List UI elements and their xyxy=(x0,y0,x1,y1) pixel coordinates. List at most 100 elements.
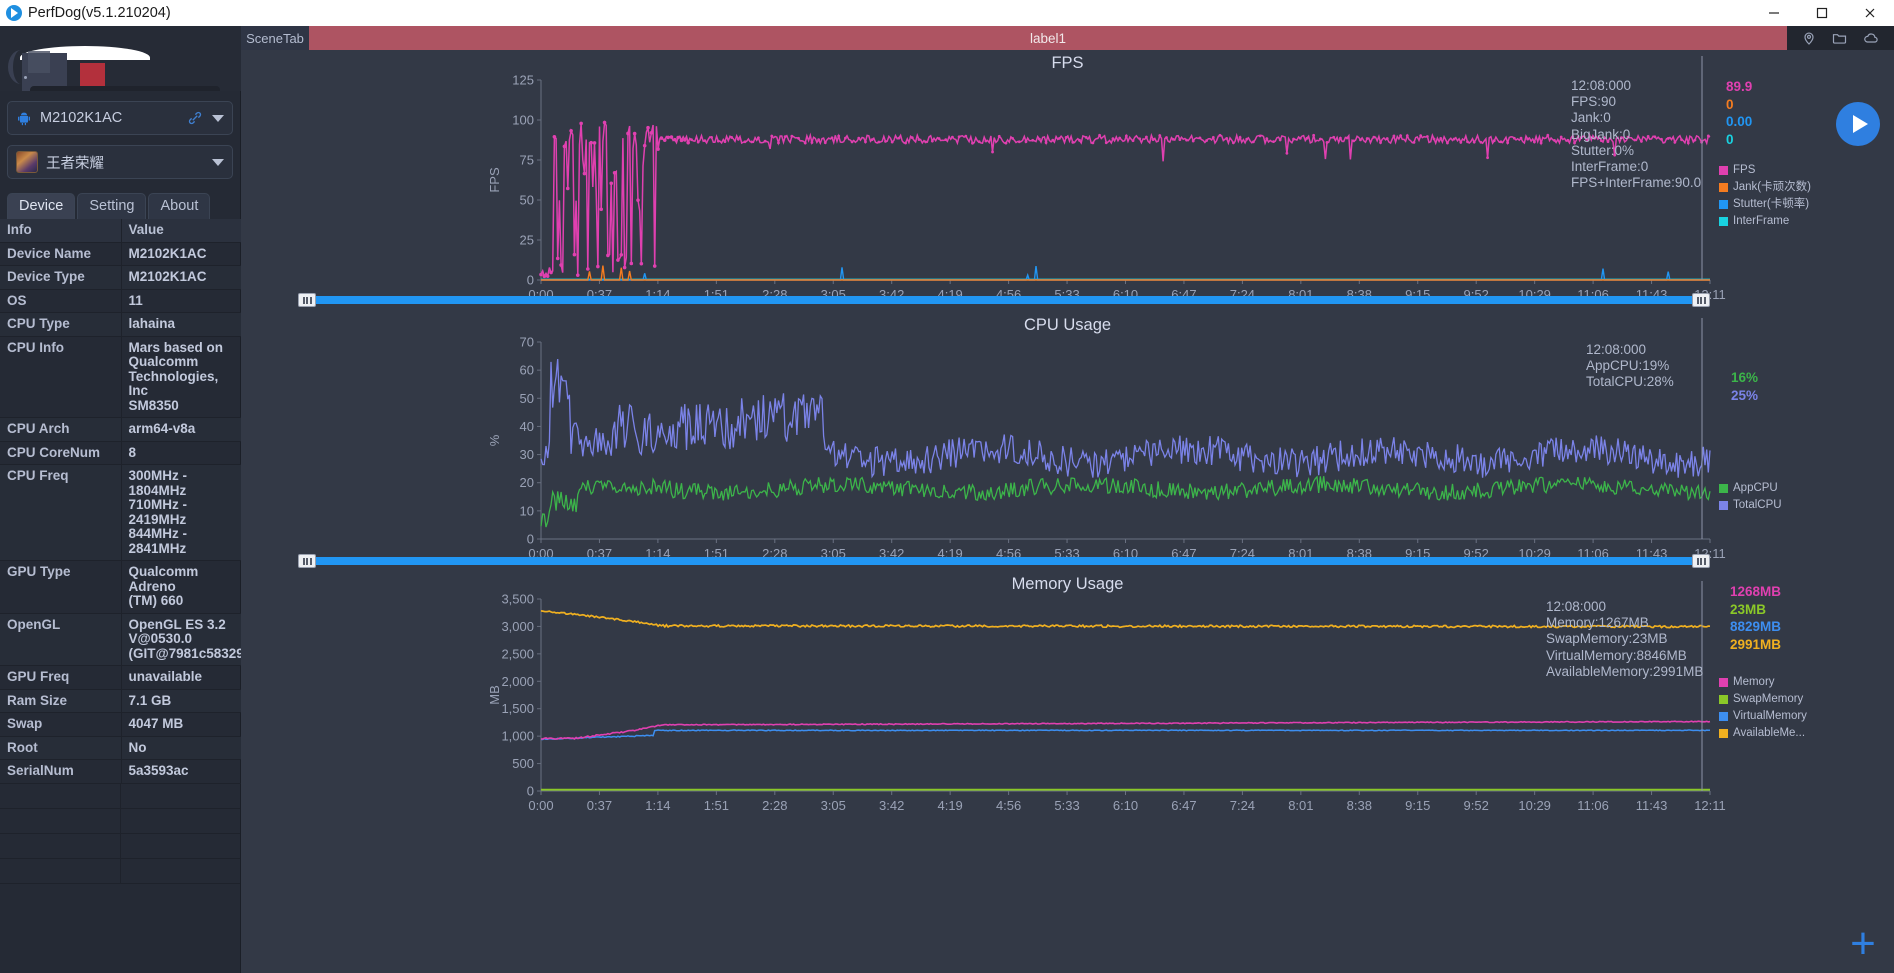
location-pin-icon[interactable] xyxy=(1801,30,1817,46)
table-header-row: Info Value xyxy=(0,219,241,243)
svg-text:1:51: 1:51 xyxy=(704,798,729,813)
tab-setting[interactable]: Setting xyxy=(77,193,147,219)
chevron-down-icon[interactable] xyxy=(212,114,224,122)
legend-swatch xyxy=(1719,729,1728,738)
table-row: CPU Freq 300MHz - 1804MHz 710MHz - 2419MH… xyxy=(0,464,241,561)
scroll-handle-left[interactable] xyxy=(298,554,316,568)
tab-about[interactable]: About xyxy=(148,193,211,219)
active-label-tab[interactable]: label1 xyxy=(309,26,1787,50)
fps-chart: FPS 0 25 50 75 100 125 FPS 0:00 0:37 1:14 1:51 2:28… xyxy=(241,50,1894,312)
legend-swatch xyxy=(1719,501,1728,510)
svg-text:5:33: 5:33 xyxy=(1054,798,1079,813)
value-cell: unavailable xyxy=(121,665,241,690)
value-cell: 5a3593ac xyxy=(121,759,241,784)
svg-text:FPS: FPS xyxy=(487,167,502,193)
legend-item[interactable]: SwapMemory xyxy=(1719,691,1807,708)
svg-text:0: 0 xyxy=(527,532,534,547)
cpu-timeline-scrollbar[interactable] xyxy=(298,554,1710,568)
info-cell: Device Type xyxy=(0,265,122,290)
left-sidebar: M2102K1AC 王者荣耀 Device Setting About Info… xyxy=(0,26,241,973)
legend-item[interactable]: AppCPU xyxy=(1719,480,1782,497)
sidebar-tabs: Device Setting About xyxy=(7,193,240,219)
legend-item[interactable]: AvailableMe... xyxy=(1719,725,1807,742)
svg-text:50: 50 xyxy=(520,391,534,406)
value-cell: M2102K1AC xyxy=(121,265,241,290)
legend-label: AvailableMe... xyxy=(1733,727,1806,739)
legend-swatch xyxy=(1719,484,1728,493)
minimize-button[interactable] xyxy=(1750,0,1798,26)
table-row xyxy=(0,833,240,859)
legend-item[interactable]: FPS xyxy=(1719,162,1811,179)
add-chart-button[interactable]: + xyxy=(1842,922,1884,967)
cpu-chart: CPU Usage 0 10 20 30 40 50 60 70% 0:00 0:37 1:14 1:… xyxy=(241,312,1894,571)
svg-text:6:10: 6:10 xyxy=(1113,798,1138,813)
legend-item[interactable]: Stutter(卡顿率) xyxy=(1719,196,1811,213)
value-cell: 4047 MB xyxy=(121,712,241,737)
scene-toolbar-icons xyxy=(1787,26,1894,50)
svg-text:0:00: 0:00 xyxy=(528,798,553,813)
legend-item[interactable]: Memory xyxy=(1719,674,1807,691)
legend-item[interactable]: TotalCPU xyxy=(1719,497,1782,514)
scroll-handle-right[interactable] xyxy=(1692,293,1710,307)
legend-item[interactable]: VirtualMemory xyxy=(1719,708,1807,725)
memory-chart: Memory Usage 0 500 1,000 1,500 2,000 2,500 3,0… xyxy=(241,571,1894,973)
column-header-value: Value xyxy=(121,219,241,243)
close-button[interactable] xyxy=(1846,0,1894,26)
legend-item[interactable]: InterFrame xyxy=(1719,213,1811,230)
fps-readout: 12:08:000 FPS:90 Jank:0 BigJank:0 Stutte… xyxy=(1571,78,1702,191)
value-cell: Qualcomm Adreno (TM) 660 xyxy=(121,560,241,614)
legend-label: Memory xyxy=(1733,676,1775,688)
svg-text:1:14: 1:14 xyxy=(645,798,670,813)
sidebar-empty-rows xyxy=(0,783,240,904)
value-cell: 11 xyxy=(121,289,241,313)
fps-timeline-scrollbar[interactable] xyxy=(298,293,1710,307)
app-name-label: 王者荣耀 xyxy=(46,155,104,172)
memory-readout: 12:08:000 Memory:1267MB SwapMemory:23MB … xyxy=(1546,599,1704,679)
svg-text:40: 40 xyxy=(520,419,534,434)
svg-text:10:29: 10:29 xyxy=(1518,798,1551,813)
value-cell: M2102K1AC xyxy=(121,242,241,266)
info-cell: OS xyxy=(0,289,122,313)
legend-label: Stutter(卡顿率) xyxy=(1733,198,1810,210)
usb-link-icon[interactable] xyxy=(186,109,204,127)
scroll-fill xyxy=(316,557,1692,565)
table-row: GPU Type Qualcomm Adreno (TM) 660 xyxy=(0,560,241,614)
svg-text:2,500: 2,500 xyxy=(501,646,534,661)
cloud-upload-icon[interactable] xyxy=(1862,30,1880,46)
legend-item[interactable]: Jank(卡顽次数) xyxy=(1719,179,1811,196)
folder-icon[interactable] xyxy=(1831,30,1848,46)
memory-legend: Memory SwapMemory VirtualMemory AvailableMe… xyxy=(1719,674,1807,742)
device-selector[interactable]: M2102K1AC xyxy=(7,101,233,135)
memory-chart-title: Memory Usage xyxy=(1011,575,1124,593)
value-cell: No xyxy=(121,736,241,760)
value-cell: 300MHz - 1804MHz 710MHz - 2419MHz 844MHz… xyxy=(121,464,241,561)
legend-swatch xyxy=(1719,183,1728,192)
table-row: CPU Arch arm64-v8a xyxy=(0,417,241,442)
tab-device[interactable]: Device xyxy=(7,193,76,219)
legend-label: Jank(卡顽次数) xyxy=(1733,181,1811,193)
current-value: 89.9 xyxy=(1726,79,1753,94)
legend-label: SwapMemory xyxy=(1733,693,1804,705)
maximize-button[interactable] xyxy=(1798,0,1846,26)
scroll-handle-left[interactable] xyxy=(298,293,316,307)
current-value: 0.00 xyxy=(1726,114,1753,129)
value-cell: 7.1 GB xyxy=(121,689,241,713)
app-selector[interactable]: 王者荣耀 xyxy=(7,145,233,179)
svg-text:8:01: 8:01 xyxy=(1288,798,1313,813)
play-button[interactable] xyxy=(1836,102,1880,146)
value-cell: 8 xyxy=(121,441,241,465)
svg-text:25: 25 xyxy=(520,233,534,248)
tab-setting-label: Setting xyxy=(89,198,135,214)
chevron-down-icon[interactable] xyxy=(212,158,224,166)
current-value: 23MB xyxy=(1730,601,1767,617)
scroll-handle-right[interactable] xyxy=(1692,554,1710,568)
column-header-info: Info xyxy=(0,219,122,243)
legend-label: FPS xyxy=(1733,164,1756,176)
scene-tab-button[interactable]: SceneTab xyxy=(241,26,309,50)
svg-text:20: 20 xyxy=(520,475,534,490)
svg-text:%: % xyxy=(487,434,502,446)
legend-swatch xyxy=(1719,695,1728,704)
preview-dot xyxy=(24,76,27,79)
table-row: SerialNum 5a3593ac xyxy=(0,759,241,784)
info-cell: OpenGL xyxy=(0,613,122,666)
